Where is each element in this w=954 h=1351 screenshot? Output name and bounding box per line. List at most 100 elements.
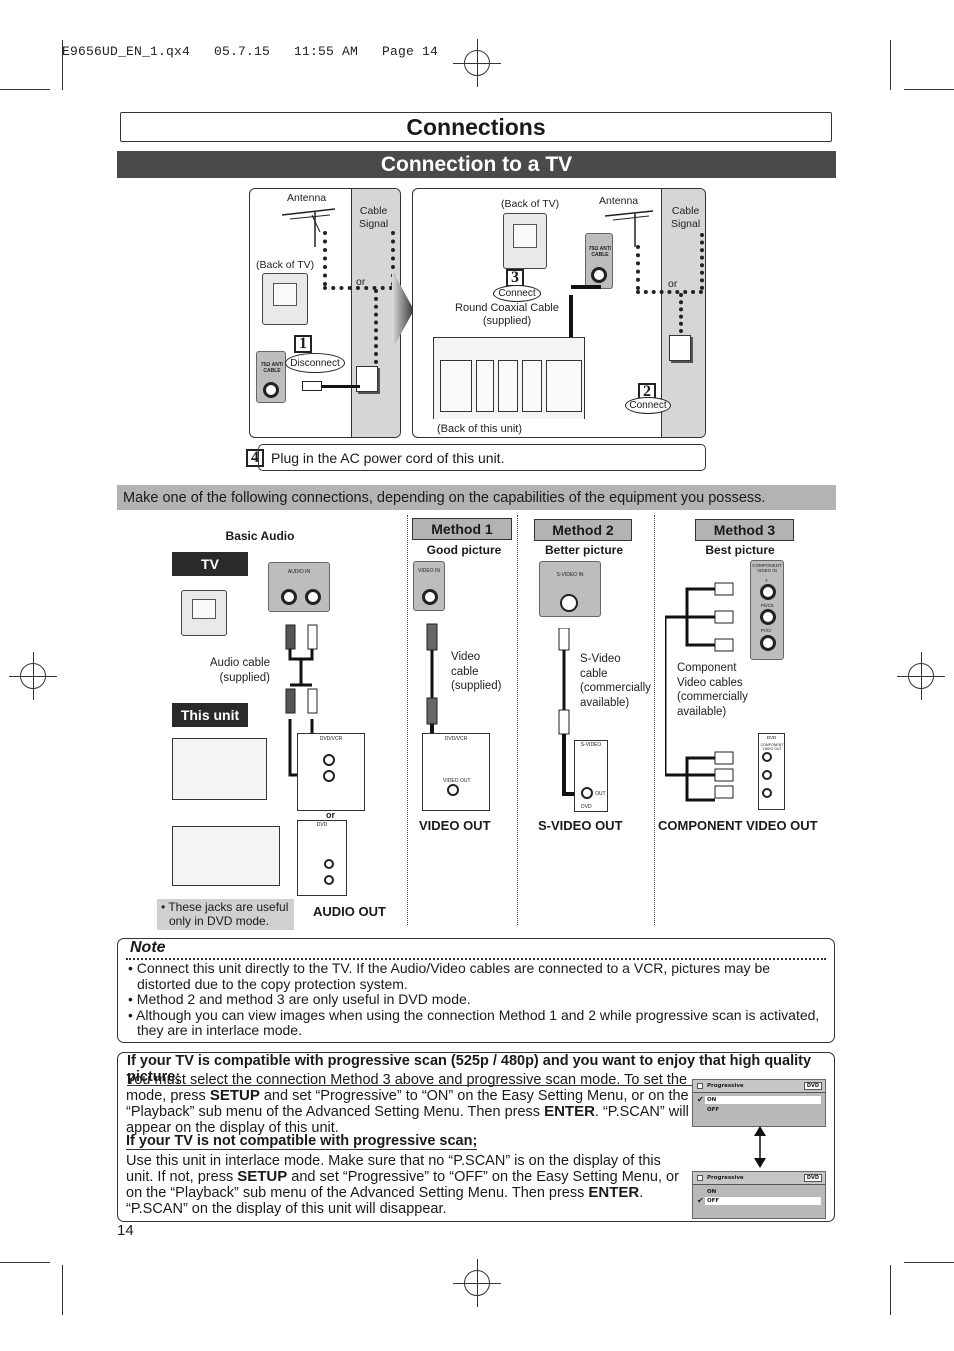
panel-label: DVD (766, 735, 777, 740)
menu-option-on[interactable]: ON (707, 1097, 716, 1103)
menu-header: Progressive DVD (693, 1172, 825, 1185)
print-slug: E9656UD_EN_1.qx4 05.7.15 11:55 AM Page 1… (62, 44, 439, 59)
back-of-unit-label: (Back of this unit) (437, 423, 522, 435)
cable-signal-label: Cable Signal (359, 205, 388, 230)
component-out-pr-jack-icon (762, 788, 772, 798)
audio-out-caption: AUDIO OUT (313, 904, 386, 919)
step-number: 1 (294, 335, 312, 353)
double-arrow-icon (754, 1126, 766, 1168)
note-item: Although you can view images when using … (128, 1007, 820, 1039)
jack-cluster (498, 360, 518, 412)
step-action-label: Connect (625, 397, 671, 414)
antenna-wire (323, 231, 327, 286)
s-video-out-closeup: S-VIDEO OUT DVD (574, 740, 608, 812)
method-3-cable-caption: Component Video cables (commercially ava… (677, 661, 748, 719)
or-label: or (668, 278, 678, 290)
tv-back-icon (262, 273, 308, 325)
jack-label: OUT (595, 791, 606, 797)
wall-wire (679, 293, 683, 333)
divider (654, 515, 655, 925)
antenna-label: Antenna (599, 195, 639, 207)
video-out-closeup: DVD/VCR VIDEO OUT (422, 733, 490, 811)
registration-mark-icon (453, 1259, 501, 1307)
note-item: Connect this unit directly to the TV. If… (128, 960, 820, 992)
jack-label: AUDIO IN (287, 569, 311, 575)
jack-label: VIDEO IN (418, 568, 440, 574)
cable-supplied: (supplied) (482, 315, 532, 328)
step-action-label: Connect (493, 285, 541, 302)
menu-option-off[interactable]: OFF (707, 1198, 719, 1204)
cable-name-label: Round Coaxial Cable (supplied) (437, 302, 577, 328)
cable-label: Cable (359, 205, 388, 217)
signal-label: Signal (359, 217, 389, 230)
dvd-audio-out-closeup: DVD (297, 820, 347, 896)
method-2-output-caption: S-VIDEO OUT (538, 818, 623, 833)
enter-key: ENTER (544, 1103, 595, 1120)
crop-mark (890, 40, 891, 90)
method-2-quality: Better picture (544, 543, 624, 557)
method-2-label: Method 2 (534, 519, 632, 541)
menu-checkbox-icon (697, 1175, 703, 1181)
caption-line: (supplied) (451, 680, 502, 692)
antenna-label: Antenna (287, 192, 327, 204)
method-2-cable-caption: S-Video cable (commercially available) (580, 652, 651, 710)
method-1-label: Method 1 (412, 518, 512, 540)
menu-checkbox-icon (697, 1083, 703, 1089)
caption-line: cable (580, 667, 608, 680)
menu-option-on[interactable]: ON (707, 1189, 716, 1195)
method-3-label: Method 3 (695, 519, 794, 541)
panel-label: DVD (316, 822, 328, 828)
crop-mark (62, 40, 63, 90)
tv-back-icon (181, 590, 227, 636)
coax-jack-icon (263, 382, 279, 398)
caption-line: Video (451, 651, 481, 663)
s-video-jack-icon (560, 594, 578, 612)
antenna-icon (281, 208, 336, 247)
unit-back-panel (433, 337, 585, 419)
jack-label: COMPONENT VIDEO IN (752, 563, 782, 574)
video-in-jack-icon (422, 589, 438, 605)
component-out-pb-jack-icon (762, 770, 772, 780)
crop-mark (890, 1265, 891, 1315)
method-3-quality: Best picture (705, 543, 775, 557)
coax-connector (302, 381, 322, 391)
jack-label: S-VIDEO IN (556, 572, 584, 578)
menu-option-off[interactable]: OFF (707, 1107, 719, 1113)
page-number: 14 (117, 1222, 134, 1239)
registration-mark-icon (897, 652, 945, 700)
signal-label: Signal (671, 217, 701, 230)
dvdvcr-audio-out-closeup: DVD/VCR (297, 733, 365, 811)
method-1-cable-caption: Video cable (supplied) (451, 650, 502, 694)
note-box: Note Connect this unit directly to the T… (117, 938, 835, 1043)
step-4-text: Plug in the AC power cord of this unit. (271, 449, 505, 466)
progressive-menu-on: Progressive DVD ✔ ON OFF (692, 1079, 826, 1127)
caption-line: Component (677, 662, 737, 674)
unit-back-panel (172, 826, 280, 886)
cable-label: Cable (671, 205, 700, 217)
caption-line: Audio cable (209, 657, 270, 669)
unit-back-panel (172, 738, 267, 800)
crop-mark (62, 1265, 63, 1315)
antenna-wire (636, 245, 640, 290)
panel-label: DVD/VCR (444, 736, 468, 742)
cable-name: Round Coaxial Cable (455, 302, 559, 314)
compatible-paragraph: You must select the connection Method 3 … (126, 1072, 691, 1136)
wall-outlet-icon (356, 366, 378, 392)
caption-line: Video cables (677, 676, 743, 689)
audio-in-closeup: AUDIO IN (268, 562, 330, 612)
instruction-bar: Make one of the following connections, d… (117, 485, 836, 510)
menu-badge: DVD (803, 1174, 822, 1182)
not-compatible-heading: If your TV is not compatible with progre… (126, 1133, 478, 1150)
jack-cluster (546, 360, 582, 412)
video-out-jack-icon (447, 784, 459, 796)
page-title: Connections (120, 112, 832, 142)
not-compatible-paragraph: Use this unit in interlace mode. Make su… (126, 1153, 691, 1217)
component-out-y-jack-icon (762, 752, 772, 762)
menu-highlight (705, 1096, 821, 1104)
or-label: or (356, 276, 366, 288)
tv-tag: TV (172, 552, 248, 576)
crop-mark (0, 89, 50, 90)
ant-jack-closeup: 75Ω ANT/ CABLE (256, 351, 286, 403)
audio-cable-caption: Audio cable (supplied) (200, 656, 270, 685)
back-of-tv-label: (Back of TV) (256, 259, 315, 271)
